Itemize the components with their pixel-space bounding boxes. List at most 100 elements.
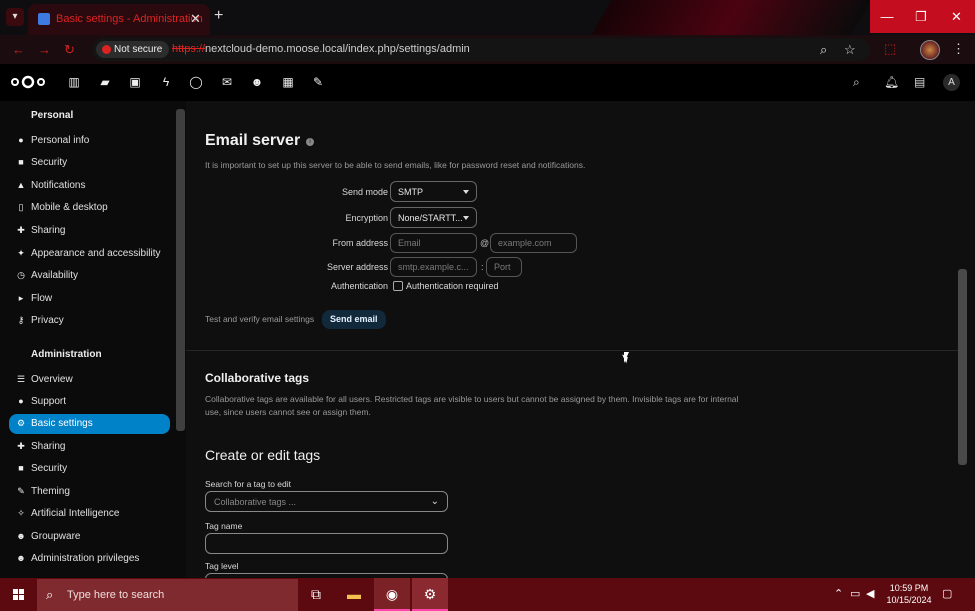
from-address-input[interactable]: Email bbox=[390, 233, 477, 253]
admin-icon: ☻ bbox=[16, 553, 26, 563]
browser-tab[interactable]: Basic settings - Administration ✕ bbox=[28, 4, 210, 35]
caret-down-icon bbox=[463, 190, 469, 194]
clock-date: 10/15/2024 bbox=[886, 595, 932, 605]
from-domain-input[interactable]: example.com bbox=[490, 233, 577, 253]
send-mode-select[interactable]: SMTP bbox=[390, 181, 477, 202]
taskbar-search-placeholder: Type here to search bbox=[67, 589, 165, 601]
mail-icon[interactable]: ✉ bbox=[220, 75, 234, 89]
sidebar-item-mobile-desktop[interactable]: ▯ Mobile & desktop bbox=[9, 198, 170, 218]
sidebar-item-label: Administration privileges bbox=[31, 553, 140, 564]
sidebar-item-flow[interactable]: ▸ Flow bbox=[9, 289, 170, 309]
notification-center-icon[interactable]: ▢ bbox=[942, 587, 952, 600]
settings-taskbar-icon[interactable]: ⚙ bbox=[412, 578, 448, 611]
gear-icon: ⚙ bbox=[16, 418, 26, 428]
sidebar-item-personal-info[interactable]: ● Personal info bbox=[9, 131, 170, 151]
auth-required-label[interactable]: Authentication required bbox=[406, 281, 499, 291]
tab-close-icon[interactable]: ✕ bbox=[190, 11, 201, 27]
notifications-bell-icon[interactable]: 🔔︎ bbox=[884, 75, 899, 89]
sidebar-item-ai[interactable]: ✧ Artificial Intelligence bbox=[9, 504, 170, 524]
chrome-menu-icon[interactable]: ⋮ bbox=[952, 41, 965, 57]
reload-icon[interactable]: ↻ bbox=[64, 42, 75, 58]
group-icon: ☻ bbox=[16, 531, 26, 541]
window-restore-button[interactable]: ❐ bbox=[904, 0, 938, 33]
tag-search-select[interactable]: Collaborative tags ... ⌄ bbox=[205, 491, 448, 512]
content-scrollbar[interactable] bbox=[958, 269, 967, 465]
sidebar-scrollbar[interactable] bbox=[176, 109, 185, 431]
activity-icon[interactable]: ϟ bbox=[159, 75, 173, 89]
encryption-value: None/STARTT... bbox=[398, 213, 463, 223]
nextcloud-header: ▥ ▰ ▣ ϟ ◯ ✉ ☻ ▦ ✎ ⌕ 🔔︎ ▤ bbox=[0, 64, 975, 101]
sidebar-item-admin-security[interactable]: ■ Security bbox=[9, 459, 170, 479]
tray-chevron-up-icon[interactable]: ⌃ bbox=[834, 587, 843, 600]
clock-icon: ◷ bbox=[17, 270, 25, 280]
address-bar[interactable]: Not secure https://nextcloud-demo.moose.… bbox=[92, 38, 870, 61]
sidebar-item-label: Basic settings bbox=[31, 418, 93, 429]
window-close-button[interactable]: ✕ bbox=[938, 0, 975, 33]
port-input[interactable]: Port bbox=[486, 257, 522, 277]
sidebar-item-sharing[interactable]: ✚ Sharing bbox=[9, 221, 170, 241]
volume-icon[interactable]: ◀ bbox=[866, 587, 874, 600]
clock-time: 10:59 PM bbox=[889, 583, 929, 593]
sidebar-item-label: Sharing bbox=[31, 225, 66, 236]
sidebar-item-availability[interactable]: ◷ Availability bbox=[9, 266, 170, 286]
url-text[interactable]: https://nextcloud-demo.moose.local/index… bbox=[172, 43, 470, 55]
sidebar-item-label: Theming bbox=[31, 486, 70, 497]
tag-level-label: Tag level bbox=[205, 561, 239, 571]
user-avatar[interactable]: A bbox=[943, 74, 960, 91]
at-sign: @ bbox=[480, 238, 490, 248]
sidebar-item-admin-privileges[interactable]: ☻ Administration privileges bbox=[9, 549, 170, 569]
talk-icon[interactable]: ◯ bbox=[189, 75, 203, 89]
tag-name-input[interactable] bbox=[205, 533, 448, 554]
palette-icon: ✦ bbox=[17, 248, 25, 258]
search-tag-label: Search for a tag to edit bbox=[205, 479, 291, 489]
contacts-menu-icon[interactable]: ▤ bbox=[914, 75, 925, 89]
new-tab-button[interactable]: + bbox=[214, 7, 223, 25]
sidebar-item-appearance[interactable]: ✦ Appearance and accessibility bbox=[9, 244, 170, 264]
chrome-profile-avatar[interactable] bbox=[920, 40, 940, 60]
notes-pencil-icon[interactable]: ✎ bbox=[311, 75, 325, 89]
extensions-icon[interactable]: ⬚ bbox=[884, 41, 896, 57]
key-icon: ⚷ bbox=[17, 315, 25, 325]
send-email-button[interactable]: Send email bbox=[322, 310, 386, 329]
sidebar-item-notifications[interactable]: ▲ Notifications bbox=[9, 176, 170, 196]
dashboard-icon[interactable]: ▥ bbox=[67, 75, 81, 89]
sidebar-item-label: Personal info bbox=[31, 135, 90, 146]
chrome-taskbar-icon[interactable]: ◉ bbox=[374, 578, 410, 611]
bookmark-star-icon[interactable]: ☆ bbox=[844, 42, 856, 58]
sidebar-item-security[interactable]: ■ Security bbox=[9, 153, 170, 173]
photos-icon[interactable]: ▣ bbox=[128, 75, 142, 89]
file-explorer-icon[interactable]: ▬ bbox=[336, 578, 372, 611]
calendar-icon[interactable]: ▦ bbox=[281, 75, 295, 89]
unified-search-icon[interactable]: ⌕ bbox=[853, 75, 860, 90]
contacts-icon[interactable]: ☻ bbox=[250, 75, 264, 89]
files-icon[interactable]: ▰ bbox=[98, 75, 112, 89]
not-secure-chip[interactable]: Not secure bbox=[96, 41, 170, 58]
lock-icon: ■ bbox=[18, 463, 24, 473]
back-arrow-icon[interactable]: ← bbox=[12, 42, 25, 57]
encryption-select[interactable]: None/STARTT... bbox=[390, 207, 477, 228]
sidebar-item-theming[interactable]: ✎ Theming bbox=[9, 482, 170, 502]
sidebar-item-overview[interactable]: ☰ Overview bbox=[9, 370, 170, 390]
taskbar-clock[interactable]: 10:59 PM 10/15/2024 bbox=[882, 582, 936, 606]
server-address-input[interactable]: smtp.example.c... bbox=[390, 257, 477, 277]
sidebar-item-basic-settings[interactable]: ⚙ Basic settings bbox=[9, 414, 170, 434]
collaborative-tags-description: Collaborative tags are available for all… bbox=[205, 394, 739, 417]
collaborative-tags-title: Collaborative tags bbox=[205, 371, 310, 385]
tab-search-icon[interactable]: ▾ bbox=[6, 8, 24, 26]
sidebar-item-groupware[interactable]: ☻ Groupware bbox=[9, 527, 170, 547]
auth-required-checkbox[interactable] bbox=[393, 281, 403, 291]
window-minimize-button[interactable]: — bbox=[870, 0, 904, 33]
task-view-icon[interactable]: ⧉ bbox=[298, 578, 334, 611]
sidebar-item-admin-sharing[interactable]: ✚ Sharing bbox=[9, 437, 170, 457]
windows-start-icon[interactable] bbox=[0, 578, 37, 611]
caret-down-icon bbox=[463, 216, 469, 220]
sidebar-item-support[interactable]: ● Support bbox=[9, 392, 170, 412]
encryption-label: Encryption bbox=[345, 213, 388, 223]
nextcloud-logo-icon[interactable] bbox=[9, 75, 47, 89]
zoom-icon[interactable]: ⌕ bbox=[820, 42, 827, 58]
info-icon[interactable]: i bbox=[306, 138, 314, 146]
sidebar-item-privacy[interactable]: ⚷ Privacy bbox=[9, 311, 170, 331]
forward-arrow-icon[interactable]: → bbox=[38, 42, 51, 57]
taskbar-search-box[interactable]: ⌕ Type here to search bbox=[37, 579, 298, 611]
network-icon[interactable]: ▭ bbox=[850, 587, 860, 600]
